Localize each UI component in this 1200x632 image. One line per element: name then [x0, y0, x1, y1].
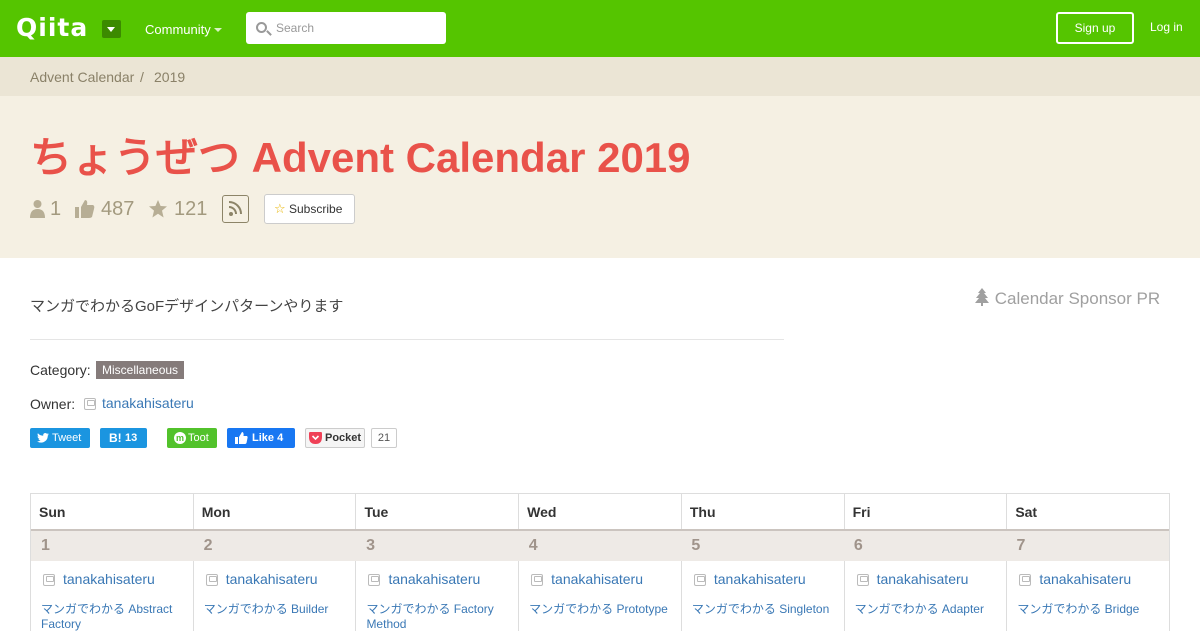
- likes-count: 487: [101, 198, 135, 220]
- twitter-bird-icon: [37, 433, 49, 443]
- tree-icon: [975, 288, 989, 306]
- advent-calendar-table: Sun Mon Tue Wed Thu Fri Sat 1 2 3 4 5 6 …: [30, 493, 1170, 631]
- qiita-logo[interactable]: Qiita: [16, 13, 88, 42]
- rss-icon: [228, 201, 242, 216]
- star-icon: [149, 200, 167, 218]
- weekday-mon: Mon: [192, 494, 356, 529]
- breadcrumb-year[interactable]: 2019: [154, 69, 185, 85]
- tweet-button[interactable]: Tweet: [30, 428, 90, 448]
- calendar-date-row: 1 2 3 4 5 6 7: [31, 531, 1169, 561]
- owner-label: Owner:: [30, 396, 76, 412]
- user-avatar-icon: [693, 574, 706, 586]
- entry-author-link[interactable]: tanakahisateru: [388, 571, 480, 587]
- pocket-button[interactable]: Pocket: [305, 428, 365, 448]
- thumbs-up-icon: [75, 200, 95, 218]
- stocks-count: 121: [174, 198, 208, 220]
- person-icon: [30, 200, 45, 218]
- entry-author-link[interactable]: tanakahisateru: [1039, 571, 1131, 587]
- entry-title-link[interactable]: マンガでわかる Prototype: [529, 602, 674, 617]
- calendar-cell: tanakahisateru マンガでわかる Factory Method: [355, 561, 518, 631]
- weekday-fri: Fri: [843, 494, 1007, 529]
- hatena-b-icon: B!: [109, 431, 122, 445]
- date-number: 4: [528, 537, 538, 554]
- rss-button[interactable]: [222, 195, 249, 223]
- entry-title-link[interactable]: マンガでわかる Abstract Factory: [41, 602, 186, 632]
- weekday-thu: Thu: [680, 494, 844, 529]
- search-icon: [256, 22, 267, 33]
- category-tag[interactable]: Miscellaneous: [96, 361, 185, 379]
- entry-title-link[interactable]: マンガでわかる Bridge: [1017, 602, 1162, 617]
- calendar-cell: tanakahisateru マンガでわかる Adapter: [843, 561, 1007, 631]
- date-number: 2: [203, 537, 213, 554]
- user-avatar-icon: [368, 574, 381, 586]
- chevron-down-icon[interactable]: [214, 28, 222, 32]
- search-box[interactable]: [246, 12, 446, 44]
- user-avatar-icon: [205, 574, 218, 586]
- weekday-wed: Wed: [518, 494, 681, 529]
- entry-title-link[interactable]: マンガでわかる Builder: [204, 602, 349, 617]
- calendar-cell: tanakahisateru マンガでわかる Bridge: [1006, 561, 1169, 631]
- date-number: 1: [41, 537, 50, 554]
- weekday-sat: Sat: [1006, 494, 1169, 529]
- entry-author-link[interactable]: tanakahisateru: [63, 571, 155, 587]
- search-input[interactable]: [276, 18, 436, 38]
- user-avatar-icon: [531, 574, 544, 586]
- entry-title-link[interactable]: マンガでわかる Adapter: [855, 602, 1000, 617]
- user-avatar-icon: [856, 574, 869, 586]
- calendar-weekday-header: Sun Mon Tue Wed Thu Fri Sat: [31, 494, 1169, 531]
- mastodon-icon: m: [174, 432, 186, 444]
- participants-count: 1: [50, 198, 62, 220]
- signup-button[interactable]: Sign up: [1056, 12, 1134, 44]
- entry-author-link[interactable]: tanakahisateru: [226, 571, 318, 587]
- page-title: ちょうぜつ Advent Calendar 2019: [30, 134, 691, 181]
- logo-dropdown-button[interactable]: [102, 20, 121, 38]
- hatena-bookmark-button[interactable]: B! 13: [100, 428, 147, 448]
- subscribe-label: Subscribe: [289, 202, 343, 216]
- breadcrumb-advent-calendar[interactable]: Advent Calendar: [30, 69, 134, 85]
- subscribe-button[interactable]: ☆ Subscribe: [264, 194, 355, 224]
- community-menu[interactable]: Community: [145, 22, 211, 37]
- category-label: Category:: [30, 362, 91, 378]
- sponsor-label: Calendar Sponsor PR: [994, 289, 1161, 308]
- entry-author-link[interactable]: tanakahisateru: [714, 571, 806, 587]
- entry-title-link[interactable]: マンガでわかる Factory Method: [366, 602, 511, 632]
- breadcrumb-separator: /: [140, 69, 144, 85]
- hatena-count: 13: [125, 432, 138, 444]
- like-label: Like 4: [252, 432, 284, 444]
- entry-author-link[interactable]: tanakahisateru: [551, 571, 643, 587]
- date-number: 6: [853, 537, 863, 554]
- sponsor-pr: Calendar Sponsor PR: [974, 288, 1160, 309]
- calendar-description: マンガでわかるGoFデザインパターンやります: [30, 298, 344, 315]
- weekday-tue: Tue: [355, 494, 518, 529]
- entry-title-link[interactable]: マンガでわかる Singleton: [692, 602, 837, 617]
- toot-button[interactable]: m Toot: [167, 428, 217, 448]
- calendar-cell: tanakahisateru マンガでわかる Builder: [192, 561, 356, 631]
- entry-author-link[interactable]: tanakahisateru: [877, 571, 969, 587]
- pocket-label: Pocket: [325, 432, 362, 444]
- user-avatar-icon: [1019, 574, 1032, 586]
- calendar-cell: tanakahisateru マンガでわかる Abstract Factory: [31, 561, 193, 631]
- facebook-thumb-icon: [235, 432, 248, 444]
- star-outline-icon: ☆: [274, 201, 286, 216]
- pocket-count: 21: [371, 428, 397, 448]
- date-number: 5: [691, 537, 701, 554]
- calendar-cell: tanakahisateru マンガでわかる Singleton: [680, 561, 844, 631]
- user-avatar-icon: [84, 398, 96, 410]
- user-avatar-icon: [43, 574, 55, 586]
- login-link[interactable]: Log in: [1150, 20, 1183, 34]
- owner-link[interactable]: tanakahisateru: [102, 395, 194, 411]
- weekday-sun: Sun: [39, 504, 66, 520]
- date-number: 7: [1016, 537, 1026, 554]
- toot-label: Toot: [188, 432, 209, 444]
- pocket-icon: [309, 432, 322, 444]
- tweet-label: Tweet: [52, 432, 82, 444]
- divider: [30, 339, 784, 340]
- calendar-cell: tanakahisateru マンガでわかる Prototype: [518, 561, 681, 631]
- calendar-entry-row: tanakahisateru マンガでわかる Abstract Factory …: [31, 561, 1169, 631]
- date-number: 3: [366, 537, 376, 554]
- facebook-like-button[interactable]: Like 4: [227, 428, 295, 448]
